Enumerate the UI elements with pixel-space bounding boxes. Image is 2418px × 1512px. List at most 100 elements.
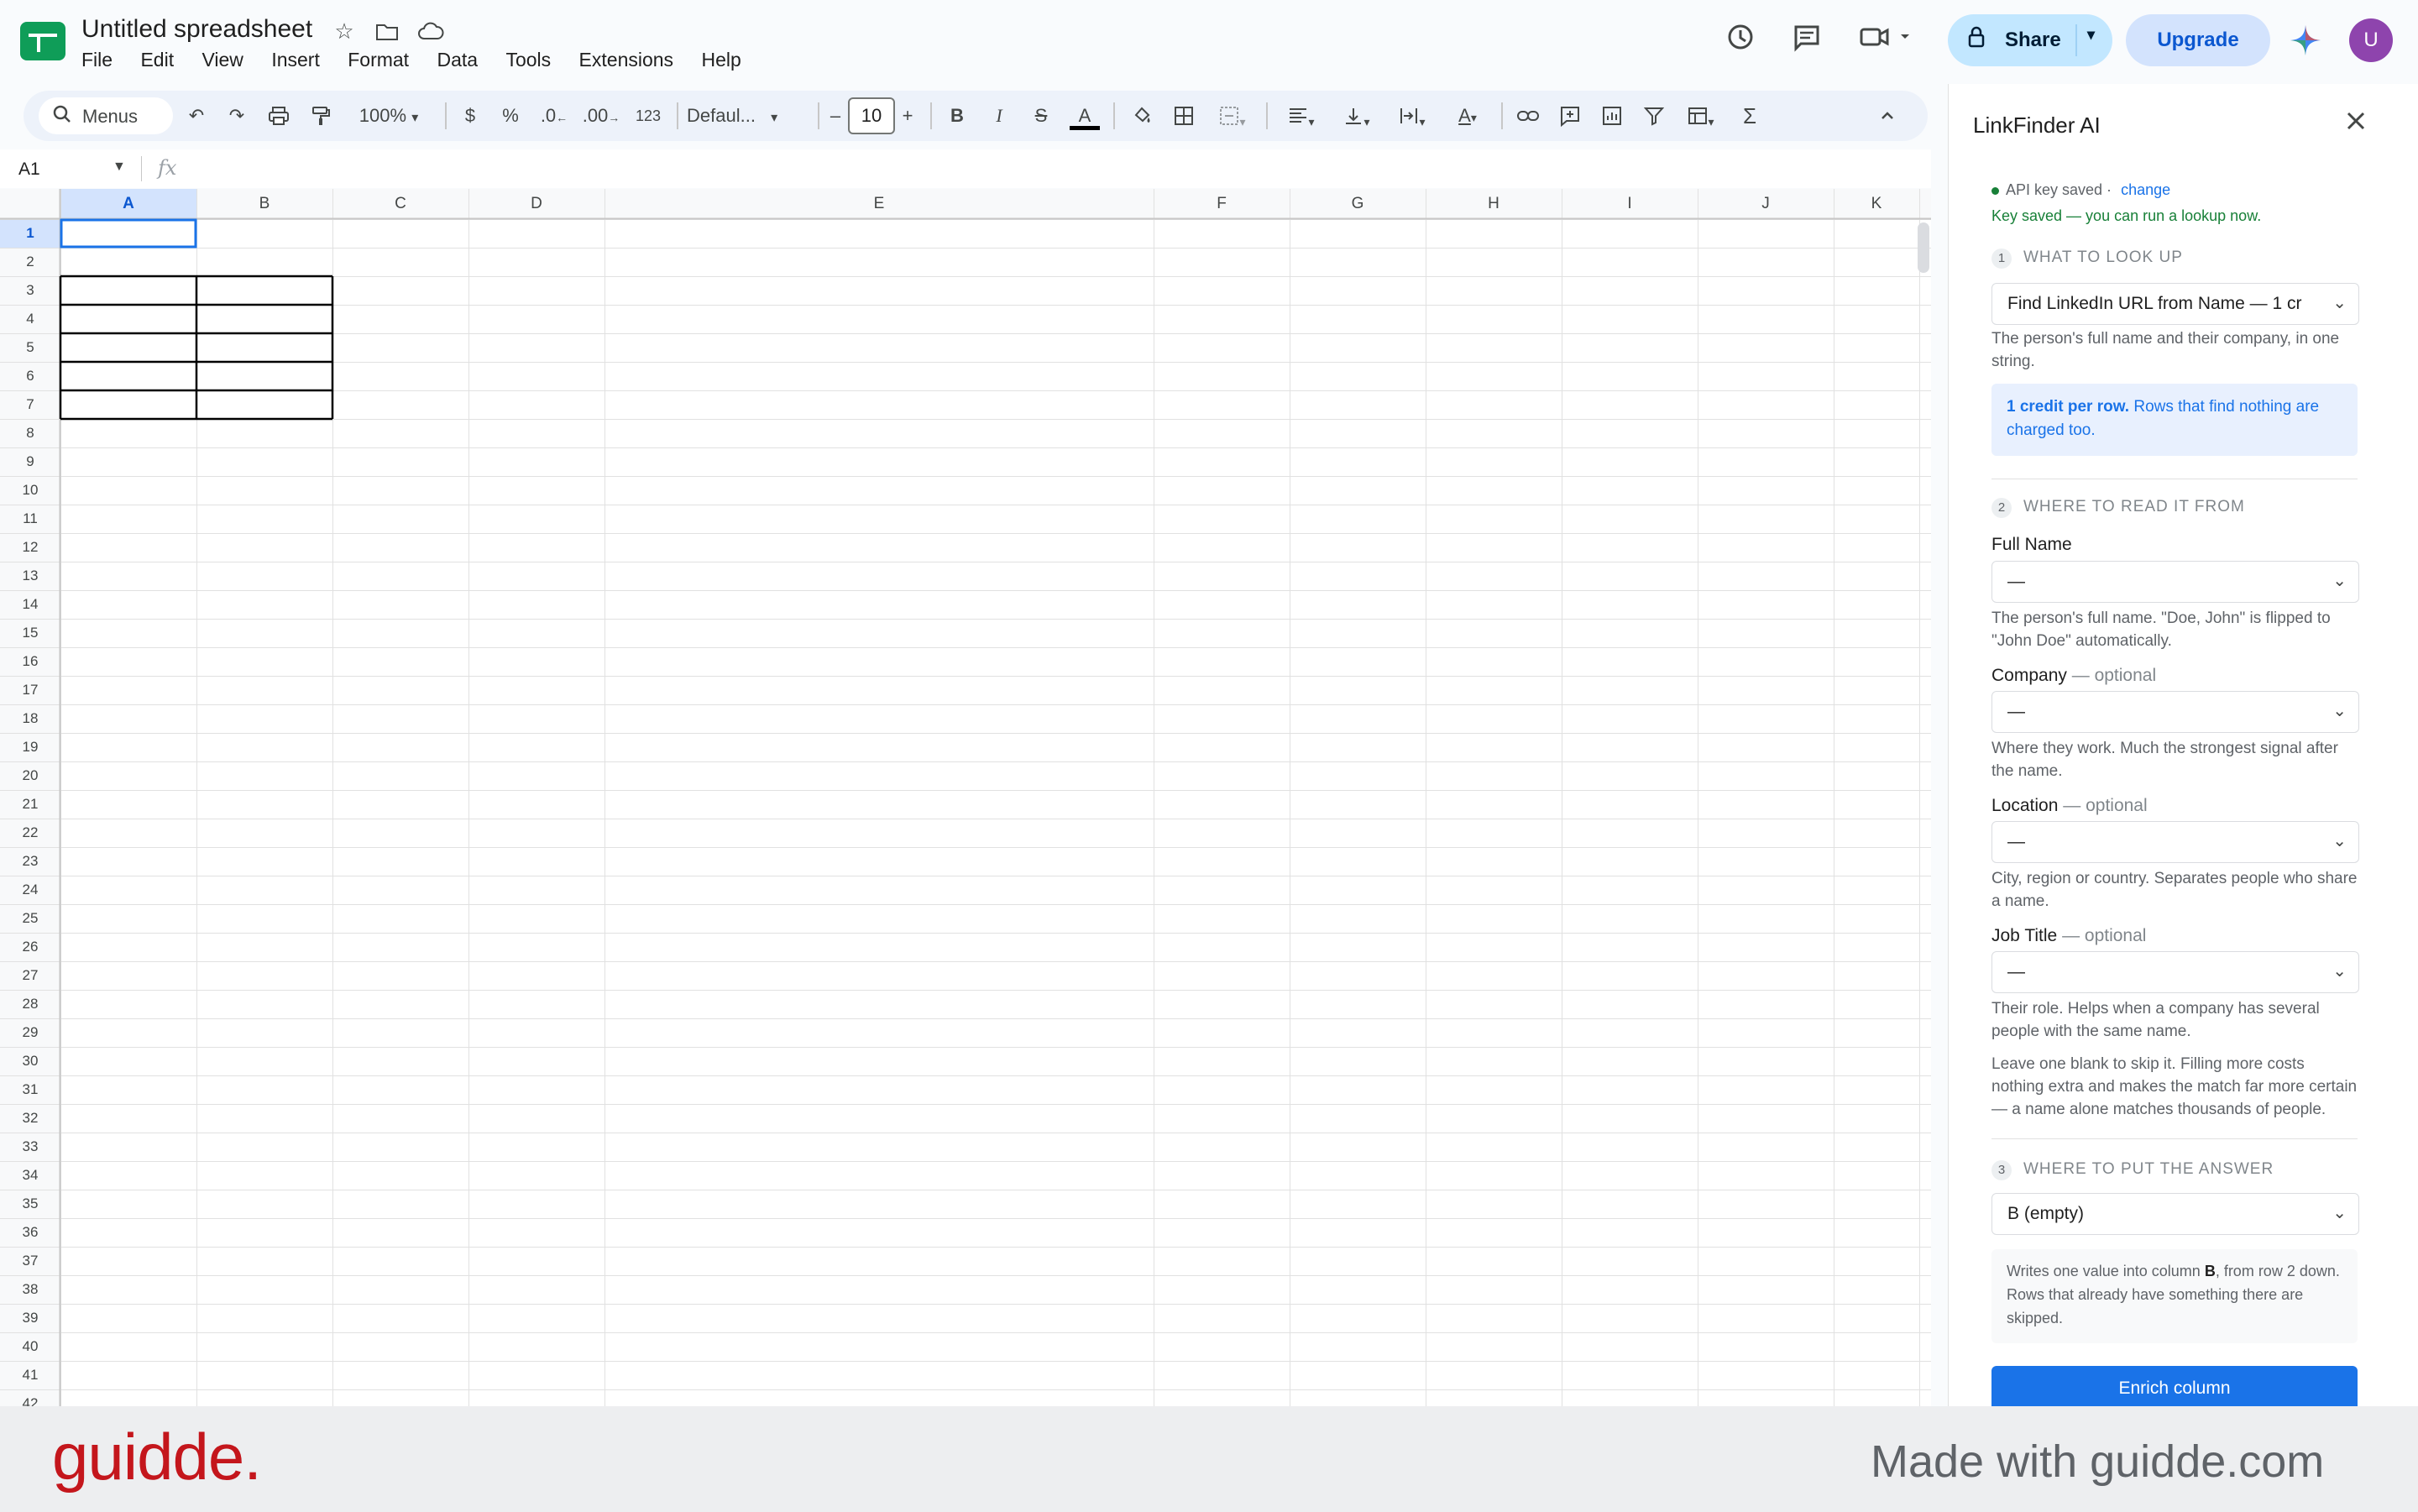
selected-cell[interactable] [60,218,197,249]
row-header-36[interactable]: 36 [0,1218,60,1247]
menu-format[interactable]: Format [348,49,409,71]
row-header-41[interactable]: 41 [0,1361,60,1389]
cloud-status-icon[interactable] [417,18,444,44]
row-header-18[interactable]: 18 [0,704,60,733]
sheets-logo-icon[interactable] [20,22,65,60]
meet-icon[interactable] [1859,22,1918,59]
insert-comment-icon[interactable] [1553,99,1587,133]
row-header-11[interactable]: 11 [0,505,60,533]
row-header-40[interactable]: 40 [0,1332,60,1361]
increase-decimal-button[interactable]: .00→ [581,99,621,133]
change-api-key-link[interactable]: change [2121,181,2170,198]
row-header-29[interactable]: 29 [0,1018,60,1047]
share-dropdown-chevron-icon[interactable]: ▾ [2087,26,2095,44]
row-header-31[interactable]: 31 [0,1075,60,1104]
name-box[interactable]: A1 [18,160,40,180]
increase-font-size-button[interactable]: + [895,99,920,133]
filter-icon[interactable] [1637,99,1671,133]
row-header-35[interactable]: 35 [0,1190,60,1218]
menu-tools[interactable]: Tools [505,49,551,71]
text-color-icon[interactable]: A [1068,99,1102,133]
print-icon[interactable] [262,99,296,133]
company-select[interactable]: — ⌄ [1991,691,2359,733]
row-header-26[interactable]: 26 [0,933,60,961]
row-header-34[interactable]: 34 [0,1161,60,1190]
horizontal-align-icon[interactable]: ▾ [1278,99,1325,133]
row-header-30[interactable]: 30 [0,1047,60,1075]
paint-format-icon[interactable] [304,99,338,133]
row-header-28[interactable]: 28 [0,990,60,1018]
column-header-g[interactable]: G [1290,189,1426,219]
row-header-42[interactable]: 42 [0,1389,60,1406]
column-header-b[interactable]: B [196,189,332,219]
row-header-1[interactable]: 1 [0,219,60,248]
row-header-38[interactable]: 38 [0,1275,60,1304]
column-header-f[interactable]: F [1154,189,1290,219]
menu-extensions[interactable]: Extensions [579,49,674,71]
row-header-8[interactable]: 8 [0,419,60,447]
row-header-12[interactable]: 12 [0,533,60,562]
column-header-a[interactable]: A [60,189,196,219]
row-header-22[interactable]: 22 [0,819,60,847]
enrich-column-button[interactable]: Enrich column [1991,1366,2358,1411]
row-header-23[interactable]: 23 [0,847,60,876]
bold-button[interactable]: B [942,99,972,133]
insert-link-icon[interactable] [1511,99,1545,133]
column-header-e[interactable]: E [604,189,1154,219]
row-header-7[interactable]: 7 [0,390,60,419]
column-header-k[interactable]: K [1834,189,1919,219]
row-header-25[interactable]: 25 [0,904,60,933]
document-title[interactable]: Untitled spreadsheet [81,15,312,44]
star-icon[interactable]: ☆ [332,18,357,44]
close-icon[interactable] [2342,107,2369,142]
menu-view[interactable]: View [202,49,243,71]
spreadsheet-grid[interactable]: ABCDEFGHIJK 1 2 3 4 5 6 7 8 9 10 11 12 13 14 15 16 17 18 1… [0,189,1931,1406]
row-header-24[interactable]: 24 [0,876,60,904]
percent-format-button[interactable]: % [495,99,526,133]
upgrade-button[interactable]: Upgrade [2126,14,2270,66]
column-header-j[interactable]: J [1698,189,1834,219]
row-header-10[interactable]: 10 [0,476,60,505]
row-header-19[interactable]: 19 [0,733,60,761]
fill-color-icon[interactable] [1125,99,1159,133]
formula-bar[interactable] [0,149,1931,188]
menu-help[interactable]: Help [701,49,741,71]
row-header-37[interactable]: 37 [0,1247,60,1275]
row-header-33[interactable]: 33 [0,1133,60,1161]
menu-insert[interactable]: Insert [271,49,320,71]
text-rotation-icon[interactable]: A▾ [1444,99,1491,133]
currency-format-button[interactable]: $ [455,99,485,133]
text-wrapping-icon[interactable]: ▾ [1389,99,1436,133]
column-header-i[interactable]: I [1562,189,1698,219]
menu-data[interactable]: Data [437,49,478,71]
more-formats-button[interactable]: 123 [630,99,667,133]
borders-icon[interactable] [1167,99,1201,133]
functions-button[interactable]: Σ [1733,99,1766,133]
account-avatar[interactable]: U [2349,18,2393,62]
move-folder-icon[interactable] [374,18,400,44]
vertical-align-icon[interactable]: ▾ [1333,99,1380,133]
font-select[interactable]: Defaul... ▾ [687,99,813,133]
row-header-6[interactable]: 6 [0,362,60,390]
job-title-select[interactable]: — ⌄ [1991,951,2359,993]
row-header-16[interactable]: 16 [0,647,60,676]
strikethrough-icon[interactable]: S [1026,99,1056,133]
menu-edit[interactable]: Edit [140,49,174,71]
menu-file[interactable]: File [81,49,113,71]
collapse-toolbar-chevron-up-icon[interactable] [1871,99,1904,133]
font-size-input[interactable]: 10 [848,97,895,134]
column-header-h[interactable]: H [1426,189,1562,219]
row-header-20[interactable]: 20 [0,761,60,790]
version-history-icon[interactable] [1721,22,1758,59]
row-header-5[interactable]: 5 [0,333,60,362]
comments-icon[interactable] [1788,22,1825,59]
gemini-icon[interactable] [2289,24,2322,65]
location-select[interactable]: — ⌄ [1991,821,2359,863]
search-menus-input[interactable]: Menus [39,97,173,134]
column-header-c[interactable]: C [332,189,468,219]
decrease-font-size-button[interactable]: – [824,99,846,133]
row-header-9[interactable]: 9 [0,447,60,476]
vertical-scrollbar[interactable] [1918,222,1929,273]
filter-views-icon[interactable]: ▾ [1677,99,1725,133]
share-button[interactable]: Share ▾ [1948,14,2112,66]
